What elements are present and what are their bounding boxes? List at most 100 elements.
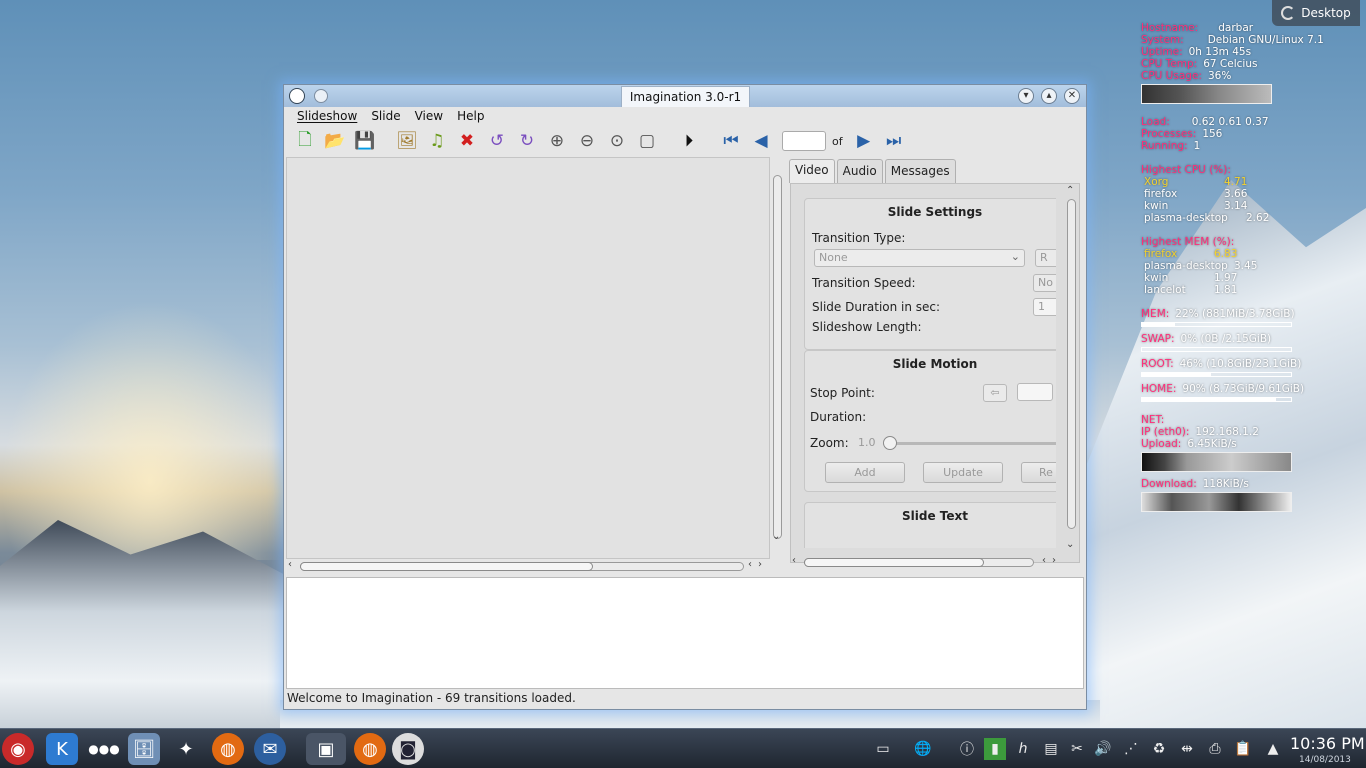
transition-speed-select[interactable]: No — [1033, 274, 1056, 292]
tab-messages[interactable]: Messages — [884, 159, 956, 183]
thumbnail-area[interactable] — [286, 577, 1084, 689]
close-icon[interactable]: ✕ — [1064, 88, 1080, 104]
clock-date[interactable]: 14/08/2013 — [1299, 755, 1351, 765]
wallpaper-sky — [0, 300, 300, 560]
debian-menu-icon[interactable]: ◉ — [2, 733, 34, 765]
last-slide-icon[interactable]: ⏭ — [879, 128, 909, 154]
previous-stop-point-icon[interactable]: ⇦ — [983, 384, 1007, 402]
highmem-name-2: plasma-desktop — [1144, 260, 1228, 272]
zoom-in-icon[interactable]: ⊕ — [542, 128, 572, 154]
maximize-icon[interactable]: ▴ — [1041, 88, 1057, 104]
zoom-out-icon[interactable]: ⊖ — [572, 128, 602, 154]
menu-help[interactable]: Help — [450, 107, 491, 127]
slide-motion-heading: Slide Motion — [892, 357, 978, 371]
preview-vertical-scrollbar[interactable]: ⌄ — [770, 165, 784, 559]
preview-mode-icon[interactable]: ▢ — [632, 128, 662, 154]
app-menu-icon[interactable] — [289, 88, 305, 104]
device-notifier-icon[interactable]: ⎙ — [1204, 738, 1226, 760]
net-title: NET: — [1141, 414, 1165, 426]
processes-key: Processes: — [1141, 128, 1197, 140]
info-icon[interactable]: ⓘ — [956, 738, 978, 760]
menu-view[interactable]: View — [408, 107, 450, 127]
scroll-up-icon[interactable]: ⌃ — [1066, 185, 1074, 196]
slide-of-label: of — [832, 134, 843, 148]
update-notifier-icon[interactable]: ♻ — [1148, 738, 1170, 760]
next-slide-icon[interactable]: ▶ — [849, 128, 879, 154]
scroll-left-icon-2[interactable]: ‹ — [748, 559, 752, 570]
play-icon[interactable]: ⏵ — [674, 128, 704, 154]
preview-horizontal-scrollbar[interactable]: ‹ ‹ › — [286, 559, 770, 573]
import-music-icon[interactable]: ♫ — [422, 128, 452, 154]
transition-type-select[interactable]: None ⌄ — [814, 249, 1025, 267]
taskbar: ◉ K ●●● 🗄 ✦ ◍ ✉ ▣ ◍ ◙ ▭ 🌐 ⓘ ▮ ℎ ▤ ✂ 🔊 ⋰ … — [0, 728, 1366, 768]
task-imagination[interactable]: ▣ — [306, 733, 346, 765]
kde-menu-icon[interactable]: K — [46, 733, 78, 765]
task-firefox[interactable]: ◍ — [354, 733, 386, 765]
highmem-value-2: 3.45 — [1234, 260, 1258, 272]
scroll-down-icon[interactable]: ⌄ — [772, 531, 780, 542]
minimize-icon[interactable]: ▾ — [1018, 88, 1034, 104]
highcpu-title: Highest CPU (%): — [1141, 164, 1231, 176]
highcpu-name-2: firefox — [1144, 188, 1178, 200]
hp-printer-icon[interactable]: ℎ — [1012, 738, 1034, 760]
open-icon[interactable]: 📂 — [320, 128, 350, 154]
panel-horizontal-scrollbar[interactable]: ‹ ‹ › — [790, 555, 1080, 569]
drive-icon[interactable]: ▤ — [1040, 738, 1062, 760]
first-slide-icon[interactable]: ⏮ — [716, 128, 746, 154]
battery-monitor-icon[interactable]: ▮ — [984, 738, 1006, 760]
slide-number-input[interactable] — [782, 131, 826, 151]
previous-slide-icon[interactable]: ◀ — [746, 128, 776, 154]
thunderbird-icon[interactable]: ✉ — [254, 733, 286, 765]
scroll-right-icon[interactable]: › — [758, 559, 762, 570]
highmem-value-4: 1.81 — [1214, 284, 1238, 296]
on-all-desktops-icon[interactable] — [314, 89, 328, 103]
clock-time[interactable]: 10:36 PM — [1290, 734, 1365, 753]
new-slideshow-icon[interactable]: 🗋 — [290, 128, 320, 154]
uptime-value: 0h 13m 45s — [1188, 46, 1252, 58]
menu-slideshow[interactable]: Slideshow — [290, 107, 364, 127]
usb-icon[interactable]: ⇹ — [1176, 738, 1198, 760]
zoom-slider-handle[interactable] — [883, 436, 897, 450]
file-manager-icon[interactable]: 🗄 — [128, 733, 160, 765]
slide-preview-area[interactable] — [286, 157, 770, 559]
remove-stop-point-button[interactable]: Re — [1021, 462, 1056, 483]
tab-video[interactable]: Video — [789, 159, 835, 183]
panel-scroll-left-icon[interactable]: ‹ — [792, 555, 796, 566]
update-stop-point-button[interactable]: Update — [923, 462, 1003, 483]
rotate-right-icon[interactable]: ↻ — [512, 128, 542, 154]
zoom-slider-track[interactable] — [889, 442, 1056, 445]
add-stop-point-button[interactable]: Add — [825, 462, 905, 483]
network-icon[interactable]: ⋰ — [1120, 738, 1142, 760]
mem-key: MEM: — [1141, 308, 1170, 320]
volume-icon[interactable]: 🔊 — [1092, 738, 1114, 760]
scroll-left-icon[interactable]: ‹ — [288, 559, 292, 570]
activities-icon[interactable]: ●●● — [88, 733, 120, 765]
tray-expand-icon[interactable]: ▲ — [1262, 738, 1284, 760]
stop-point-field[interactable] — [1017, 383, 1053, 401]
zoom-normal-icon[interactable]: ⊙ — [602, 128, 632, 154]
scroll-down-icon-2[interactable]: ⌄ — [1066, 539, 1074, 550]
root-key: ROOT: — [1141, 358, 1174, 370]
task-imagination-app[interactable]: ◙ — [392, 733, 424, 765]
slide-duration-spin[interactable]: 1 — [1033, 298, 1056, 316]
random-transition-button[interactable]: R — [1035, 249, 1056, 267]
import-pictures-icon[interactable]: 🖼 — [392, 128, 422, 154]
panel-scroll-right-icon[interactable]: › — [1052, 555, 1056, 566]
firefox-launcher-icon[interactable]: ◍ — [212, 733, 244, 765]
panel-scroll-left-icon-2[interactable]: ‹ — [1042, 555, 1046, 566]
delete-icon[interactable]: ✖ — [452, 128, 482, 154]
show-desktop-icon[interactable]: ▭ — [872, 738, 894, 760]
tab-audio[interactable]: Audio — [836, 159, 883, 183]
clipboard-icon[interactable]: 📋 — [1232, 738, 1254, 760]
klipper-icon[interactable]: ✂ — [1066, 738, 1088, 760]
highmem-title: Highest MEM (%): — [1141, 236, 1235, 248]
toolbar-separator-3 — [704, 128, 716, 154]
save-icon[interactable]: 💾 — [350, 128, 380, 154]
system-settings-icon[interactable]: ✦ — [170, 733, 202, 765]
panel-vertical-scrollbar[interactable]: ⌃ ⌄ — [1064, 185, 1078, 559]
rotate-left-icon[interactable]: ↺ — [482, 128, 512, 154]
keyboard-layout-icon[interactable]: 🌐 — [912, 738, 934, 760]
slideshow-length-label: Slideshow Length: — [812, 320, 922, 334]
menu-slide[interactable]: Slide — [364, 107, 407, 127]
window-titlebar[interactable]: Imagination 3.0-r1 ▾ ▴ ✕ — [284, 85, 1086, 107]
